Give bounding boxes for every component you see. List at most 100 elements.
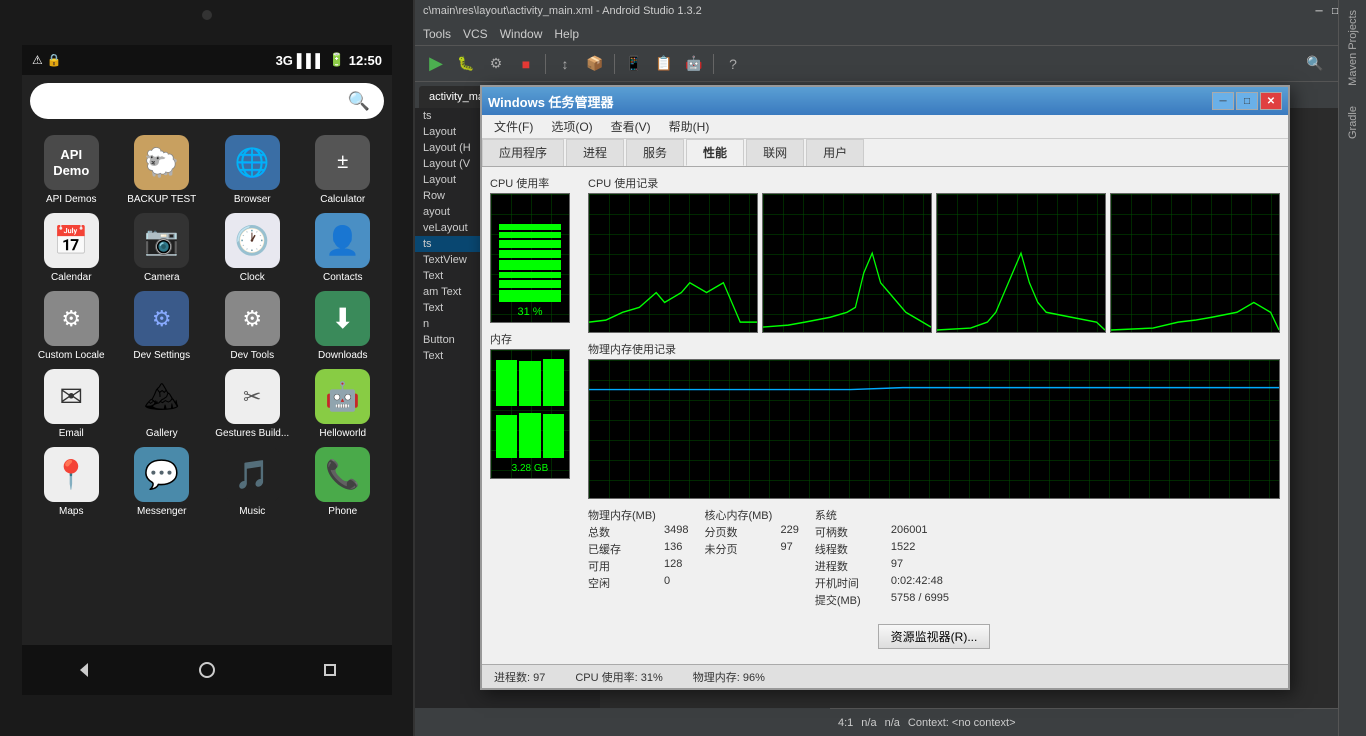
app-dev-tools[interactable]: ⚙ Dev Tools	[211, 291, 294, 361]
app-label-messenger: Messenger	[137, 506, 186, 517]
app-label-api: API Demos	[46, 194, 97, 205]
chart1-svg	[589, 194, 757, 332]
app-browser[interactable]: 🌐 Browser	[211, 135, 294, 205]
phone-screen: ⚠ 🔒 3G ▌▌▌ 🔋 12:50 🔍 APIDemo API Demos	[22, 45, 392, 695]
menu-tools[interactable]: Tools	[423, 27, 451, 41]
tm-tab-services[interactable]: 服务	[626, 139, 684, 166]
app-maps[interactable]: 📍 Maps	[30, 447, 113, 517]
run-button[interactable]: ▶	[423, 51, 449, 77]
cpu-history-section: CPU 使用记录	[588, 175, 1280, 333]
app-icon-devset: ⚙	[134, 291, 189, 346]
app-api-demos[interactable]: APIDemo API Demos	[30, 135, 113, 205]
cpu-bar-container	[499, 206, 561, 302]
menu-help[interactable]: Help	[554, 27, 579, 41]
home-button[interactable]	[193, 656, 221, 684]
app-custom-locale[interactable]: ⚙ Custom Locale	[30, 291, 113, 361]
cpu-chart-container	[588, 193, 1280, 333]
tm-menu-options[interactable]: 选项(O)	[543, 116, 600, 137]
sdk-mgr-button[interactable]: 📋	[651, 51, 677, 77]
minimize-button[interactable]: ─	[1312, 4, 1326, 18]
resource-monitor-button[interactable]: 资源监视器(R)...	[878, 624, 991, 649]
app-icon-maps: 📍	[44, 447, 99, 502]
resource-monitor-container: 资源监视器(R)...	[588, 620, 1280, 653]
app-helloworld[interactable]: 🤖 Helloworld	[302, 369, 385, 439]
sync-button[interactable]: ↕	[552, 51, 578, 77]
handles-line: 可柄数 206001	[815, 524, 949, 540]
physical-memory-info: 物理内存(MB) 总数 3498 已缓存 136 可用 128	[588, 507, 688, 608]
back-button[interactable]	[70, 656, 98, 684]
total-label: 总数	[588, 524, 658, 540]
tm-menu-file[interactable]: 文件(F)	[486, 116, 541, 137]
menu-vcs[interactable]: VCS	[463, 27, 488, 41]
cpu-bar-seg	[499, 260, 561, 270]
app-contacts[interactable]: 👤 Contacts	[302, 213, 385, 283]
app-camera[interactable]: 📷 Camera	[121, 213, 204, 283]
app-icon-gallery: 🏔	[134, 369, 189, 424]
gradle-tab[interactable]: Gradle	[1343, 96, 1363, 149]
app-icon-calculator: ±	[315, 135, 370, 190]
handles-label: 可柄数	[815, 524, 885, 540]
app-clock[interactable]: 🕐 Clock	[211, 213, 294, 283]
app-icon-custom: ⚙	[44, 291, 99, 346]
app-label-phone: Phone	[328, 506, 357, 517]
app-label-gallery: Gallery	[146, 428, 178, 439]
app-calculator[interactable]: ± Calculator	[302, 135, 385, 205]
task-manager: Windows 任务管理器 ─ □ ✕ 文件(F) 选项(O) 查看(V) 帮助…	[480, 85, 1290, 690]
tm-gauges: CPU 使用率 31 %	[490, 175, 580, 656]
tm-menu-view[interactable]: 查看(V)	[603, 116, 659, 137]
cpu-percent-label: 31 %	[517, 306, 542, 318]
sdk-button[interactable]: 📦	[582, 51, 608, 77]
app-downloads[interactable]: ⬇ Downloads	[302, 291, 385, 361]
tm-tab-processes[interactable]: 进程	[566, 139, 624, 166]
app-music[interactable]: 🎵 Music	[211, 447, 294, 517]
uptime-line: 开机时间 0:02:42:48	[815, 575, 949, 591]
app-label-custom: Custom Locale	[38, 350, 105, 361]
phone-searchbar[interactable]: 🔍	[30, 83, 384, 119]
app-email[interactable]: ✉ Email	[30, 369, 113, 439]
nonpaged-line: 未分页 97	[704, 541, 798, 557]
tm-maximize[interactable]: □	[1236, 92, 1258, 110]
studio-toolbar: ▶ 🐛 ⚙ ■ ↕ 📦 📱 📋 🤖 ? 🔍 ⚙	[415, 46, 1366, 82]
app-backup-test[interactable]: 🐑 BACKUP TEST	[121, 135, 204, 205]
tm-close[interactable]: ✕	[1260, 92, 1282, 110]
app-label-devset: Dev Settings	[133, 350, 190, 361]
free-value: 0	[664, 575, 670, 591]
tm-tab-apps[interactable]: 应用程序	[482, 139, 564, 166]
physical-memory-title: 物理内存使用记录	[588, 341, 1280, 357]
studio-title: c\main\res\layout\activity_main.xml - An…	[423, 5, 702, 17]
help-btn[interactable]: ?	[720, 51, 746, 77]
tm-tab-users[interactable]: 用户	[806, 139, 864, 166]
memory-section: 内存 3.28 GB	[490, 331, 580, 479]
stop-button[interactable]: ■	[513, 51, 539, 77]
android-button[interactable]: 🤖	[681, 51, 707, 77]
debug-button[interactable]: 🐛	[453, 51, 479, 77]
available-line: 可用 128	[588, 558, 688, 574]
app-phone[interactable]: 📞 Phone	[302, 447, 385, 517]
tm-tab-performance[interactable]: 性能	[686, 139, 744, 166]
separator1	[545, 54, 546, 74]
cpu-bar-seg	[499, 240, 561, 248]
search-everywhere-button[interactable]: 🔍	[1302, 51, 1328, 77]
app-label-backup: BACKUP TEST	[127, 194, 196, 205]
menu-window[interactable]: Window	[500, 27, 543, 41]
maven-tab[interactable]: Maven Projects	[1343, 0, 1363, 96]
total-value: 3498	[664, 524, 688, 540]
cpu-chart-3	[936, 193, 1106, 333]
app-dev-settings[interactable]: ⚙ Dev Settings	[121, 291, 204, 361]
recents-button[interactable]	[316, 656, 344, 684]
tm-menu-help[interactable]: 帮助(H)	[661, 116, 718, 137]
threads-value: 1522	[891, 541, 915, 557]
app-gestures[interactable]: ✂ Gestures Build...	[211, 369, 294, 439]
avd-button[interactable]: 📱	[621, 51, 647, 77]
app-icon-email: ✉	[44, 369, 99, 424]
threads-line: 线程数 1522	[815, 541, 949, 557]
app-label-helloworld: Helloworld	[319, 428, 366, 439]
tm-minimize[interactable]: ─	[1212, 92, 1234, 110]
footer-memory: 物理内存: 96%	[693, 669, 765, 685]
build-button[interactable]: ⚙	[483, 51, 509, 77]
app-gallery[interactable]: 🏔 Gallery	[121, 369, 204, 439]
app-messenger[interactable]: 💬 Messenger	[121, 447, 204, 517]
tm-tab-network[interactable]: 联网	[746, 139, 804, 166]
app-calendar[interactable]: 📅 Calendar	[30, 213, 113, 283]
statusbar-left: ⚠ 🔒	[32, 53, 62, 67]
